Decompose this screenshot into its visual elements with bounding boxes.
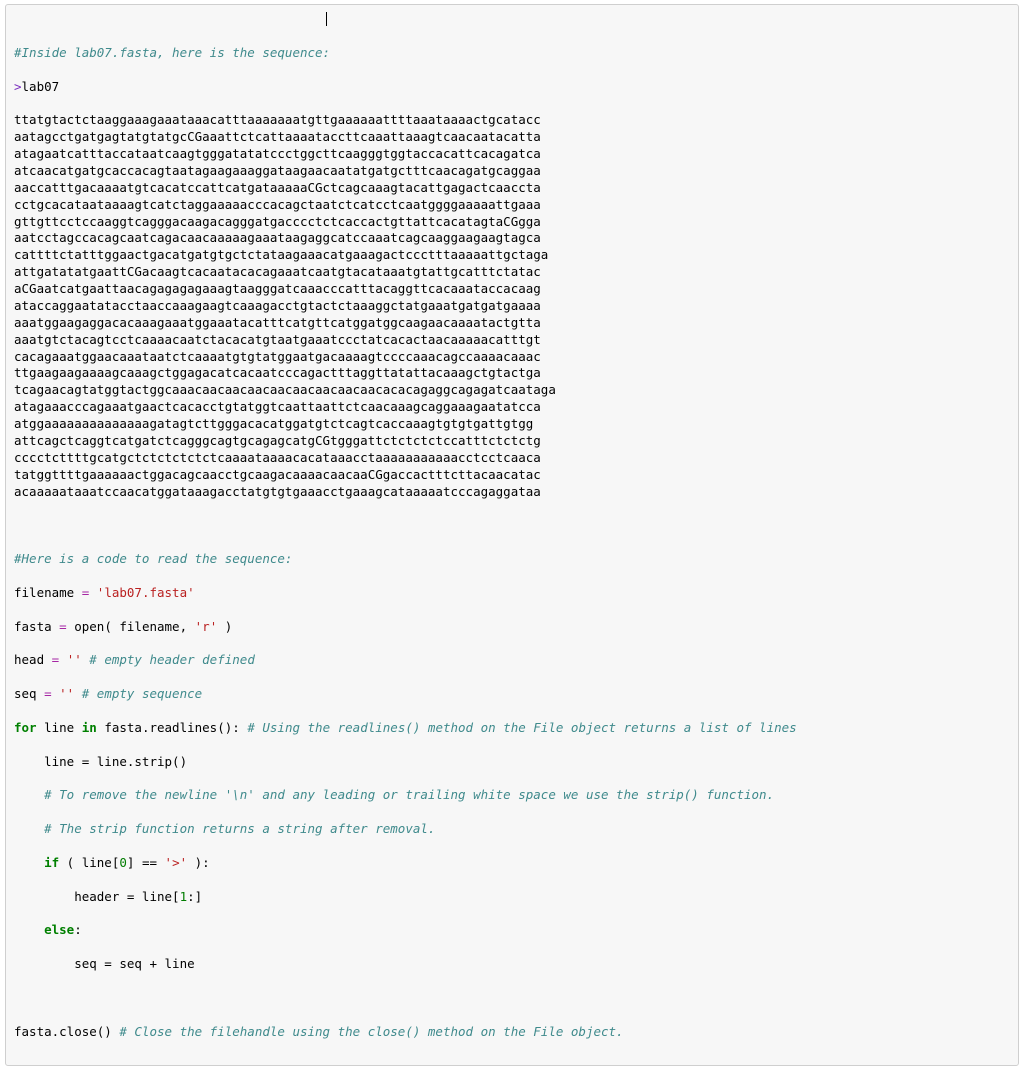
- sequence-line: aatagcctgatgagtatgtatgcCGaaattctcattaaaa…: [14, 129, 1010, 146]
- sequence-line: cattttctatttggaactgacatgatgtgctctataagaa…: [14, 247, 1010, 264]
- sequence-line: aCGaatcatgaattaacagagagagaaagtaagggatcaa…: [14, 281, 1010, 298]
- sequence-line: cacagaaatggaacaaataatctcaaaatgtgtatggaat…: [14, 349, 1010, 366]
- sequence-line: aaccatttgacaaaatgtcacatccattcatgataaaaaC…: [14, 180, 1010, 197]
- sequence-line: ttatgtactctaaggaaagaaataaacatttaaaaaaatg…: [14, 112, 1010, 129]
- sequence-line: cccctcttttgcatgctctctctctctcaaaataaaacac…: [14, 450, 1010, 467]
- sequence-line: aaatggaagaggacacaaagaaatggaaatacatttcatg…: [14, 315, 1010, 332]
- sequence-line: atagaatcatttaccataatcaagtgggatatatccctgg…: [14, 146, 1010, 163]
- sequence-line: cctgcacataataaaagtcatctaggaaaaacccacagct…: [14, 197, 1010, 214]
- sequence-line: attcagctcaggtcatgatctcagggcagtgcagagcatg…: [14, 433, 1010, 450]
- sequence-line: tcagaacagtatggtactggcaaacaacaacaacaacaac…: [14, 382, 1010, 399]
- sequence-block: ttatgtactctaaggaaagaaataaacatttaaaaaaatg…: [14, 112, 1010, 500]
- comment-fasta-contents: #Inside lab07.fasta, here is the sequenc…: [14, 45, 330, 60]
- comment-read-code: #Here is a code to read the sequence:: [14, 551, 292, 566]
- sequence-line: acaaaaataaatccaacatggataaagacctatgtgtgaa…: [14, 484, 1010, 501]
- fasta-header-marker: >: [14, 79, 22, 94]
- sequence-line: atcaacatgatgcaccacagtaatagaagaaaggataaga…: [14, 163, 1010, 180]
- text-cursor: [326, 12, 327, 26]
- code-cell[interactable]: #Inside lab07.fasta, here is the sequenc…: [5, 4, 1019, 1066]
- sequence-line: gttgttcctccaaggtcagggacaagacagggatgacccc…: [14, 214, 1010, 231]
- sequence-line: atggaaaaaaaaaaaaaagatagtcttgggacacatggat…: [14, 416, 1010, 433]
- sequence-line: aatcctagccacagcaatcagacaacaaaaagaaataaga…: [14, 230, 1010, 247]
- sequence-line: ttgaagaagaaaagcaaagctggagacatcacaatcccag…: [14, 365, 1010, 382]
- sequence-line: tatggttttgaaaaaactggacagcaacctgcaagacaaa…: [14, 467, 1010, 484]
- sequence-line: aaatgtctacagtcctcaaaacaatctacacatgtaatga…: [14, 332, 1010, 349]
- sequence-line: atagaaacccagaaatgaactcacacctgtatggtcaatt…: [14, 399, 1010, 416]
- fasta-header-name: lab07: [22, 79, 60, 94]
- sequence-line: ataccaggaatatacctaaccaaagaagtcaaagacctgt…: [14, 298, 1010, 315]
- sequence-line: attgatatatgaattCGacaagtcacaatacacagaaatc…: [14, 264, 1010, 281]
